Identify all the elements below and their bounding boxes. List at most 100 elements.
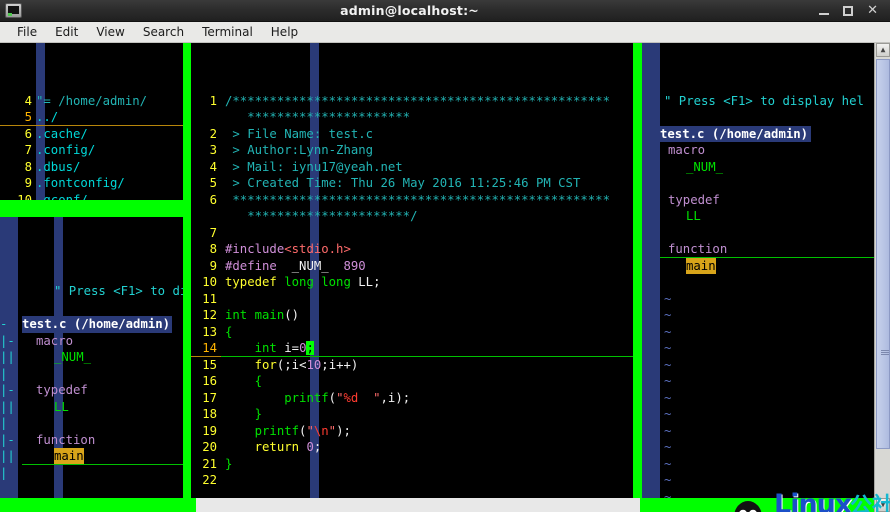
tagbar-left-fold-marker[interactable]: -: [0, 316, 7, 333]
editor-code-line[interactable]: for(;i<10;i++): [225, 357, 359, 374]
file-browser-entry[interactable]: .dbus/: [36, 159, 80, 176]
file-browser-line-number: 9: [24, 176, 32, 190]
menu-item-help[interactable]: Help: [262, 24, 307, 40]
file-browser-entry[interactable]: .config/: [36, 142, 95, 159]
tagbar-right-cursorline: [660, 241, 881, 258]
pane-separator-vertical-left-bottom: [183, 217, 191, 498]
tagbar-right-help-hint: " Press <F1> to display hel: [664, 93, 864, 108]
editor-code-line[interactable]: /***************************************…: [225, 93, 610, 110]
editor-code-line[interactable]: > File Name: test.c: [225, 126, 373, 143]
tagbar-right-tilde-filler: ~: [664, 341, 672, 355]
tagbar-right-tilde-filler: ~: [664, 423, 672, 438]
tagbar-right-tag[interactable]: LL: [686, 208, 701, 225]
minimize-button[interactable]: [819, 7, 830, 15]
maximize-button[interactable]: [843, 5, 854, 16]
code-editor-pane[interactable]: 1 /**************************************…: [191, 43, 633, 498]
tagbar-right-tag[interactable]: _NUM_: [686, 159, 723, 176]
file-browser-line-number: 6: [24, 126, 32, 141]
editor-line-number: 21: [202, 456, 217, 471]
window-controls: ✕: [819, 4, 878, 17]
tagbar-right-pane[interactable]: " Press <F1> to display hel test.c (/home…: [642, 43, 881, 498]
file-browser-line-number: 10: [17, 192, 32, 201]
editor-code-line[interactable]: > Mail: iynu17@yeah.net: [225, 159, 402, 176]
menu-item-file[interactable]: File: [8, 24, 46, 40]
menu-item-search[interactable]: Search: [134, 24, 193, 40]
editor-code-line[interactable]: return 0;: [225, 439, 322, 456]
editor-line-number: 11: [202, 291, 217, 306]
tagbar-left-fold-bar: |: [0, 366, 8, 381]
editor-code-line[interactable]: > Author:Lynn-Zhang: [225, 142, 373, 159]
editor-line-number: 2: [209, 126, 217, 141]
editor-line-number: 5: [209, 176, 217, 190]
editor-line-number: 16: [202, 374, 217, 388]
file-browser-line-number: 8: [24, 159, 32, 174]
editor-line-number: 18: [202, 407, 217, 421]
editor-line-number: 8: [209, 242, 217, 256]
menu-item-edit[interactable]: Edit: [46, 24, 87, 40]
tagbar-left-group-kind[interactable]: macro: [36, 333, 73, 350]
editor-code-line[interactable]: }: [225, 406, 262, 423]
editor-code-line[interactable]: **********************: [225, 109, 410, 126]
editor-line-number: 13: [202, 324, 217, 339]
close-button[interactable]: ✕: [867, 4, 878, 17]
editor-code-line[interactable]: printf("%d ",i);: [225, 390, 410, 407]
file-browser-entry[interactable]: .cache/: [36, 126, 88, 143]
scrollbar-up-arrow[interactable]: ▲: [876, 43, 890, 57]
menu-item-terminal[interactable]: Terminal: [193, 24, 262, 40]
window-title: admin@localhost:~: [340, 3, 479, 18]
editor-code-line[interactable]: ****************************************…: [225, 192, 610, 209]
editor-line-number: 3: [209, 143, 217, 157]
tagbar-left-tag[interactable]: _NUM_: [54, 349, 91, 366]
file-browser-path-header: "= /home/admin/: [36, 93, 148, 108]
editor-code-line[interactable]: }: [225, 456, 232, 473]
tagbar-left-file-header[interactable]: test.c (/home/admin): [22, 316, 173, 333]
tux-penguin-icon: [734, 501, 762, 512]
file-browser-pane[interactable]: 4 "= /home/admin/5 ../ 6 .cache/7 .config/8 .d…: [0, 43, 183, 200]
editor-code-line[interactable]: int main(): [225, 307, 299, 324]
editor-line-number: 19: [202, 423, 217, 438]
editor-code-line[interactable]: {: [225, 324, 232, 341]
file-browser-entry[interactable]: .gconf/: [36, 192, 88, 201]
tagbar-right-group-kind[interactable]: typedef: [668, 192, 720, 209]
file-browser-entry[interactable]: ../: [36, 109, 58, 126]
pane-separator-vertical-right: [633, 43, 642, 498]
editor-code-line[interactable]: **********************/: [225, 208, 417, 225]
tagbar-right-tag[interactable]: main: [686, 257, 716, 274]
file-browser-entry[interactable]: .fontconfig/: [36, 175, 125, 192]
editor-line-number: 9: [209, 258, 217, 273]
pane-separator-vertical-left-top: [183, 43, 191, 200]
window-scrollbar[interactable]: ▲ ▼: [874, 43, 890, 512]
tagbar-right-tilde-filler: ~: [664, 489, 672, 499]
editor-code-line[interactable]: {: [225, 373, 262, 390]
editor-line-number: 6: [209, 192, 217, 207]
tagbar-left-group-kind[interactable]: typedef: [36, 382, 88, 399]
tagbar-right-file-header[interactable]: test.c (/home/admin): [660, 125, 812, 142]
tagbar-left-group-kind[interactable]: function: [36, 432, 95, 449]
scrollbar-thumb[interactable]: [876, 59, 890, 449]
tagbar-right-tilde-filler: ~: [664, 473, 672, 487]
editor-code-line[interactable]: #include<stdio.h>: [225, 241, 351, 258]
editor-statusline: <ORMAT=unix] [TYPE=C] [POS=14,12][63%] 2…: [196, 498, 640, 512]
editor-code-line[interactable]: int i=0;: [225, 340, 314, 357]
editor-line-number: 20: [202, 440, 217, 454]
tagbar-right-tilde-filler: ~: [664, 390, 672, 405]
file-browser-line-number: 4: [24, 93, 32, 108]
tagbar-right-group-kind[interactable]: macro: [668, 142, 705, 159]
tagbar-left-group-fold[interactable]: |-: [0, 432, 15, 449]
tagbar-left-group-fold[interactable]: |-: [0, 333, 15, 350]
editor-code-line[interactable]: #define _NUM_ 890: [225, 258, 366, 275]
tagbar-left-fold-bar: |: [0, 416, 8, 430]
editor-code-line[interactable]: typedef long long LL;: [225, 274, 381, 291]
editor-line-number: 14: [202, 341, 217, 355]
menu-item-view[interactable]: View: [87, 24, 133, 40]
tagbar-left-pane[interactable]: " Press <F1> to disp -test.c (/home/admin…: [0, 217, 183, 498]
tagbar-left-group-fold[interactable]: |-: [0, 382, 15, 399]
tagbar-left-tag[interactable]: LL: [54, 399, 69, 416]
file-browser-line-number: 5: [24, 110, 32, 124]
editor-code-line[interactable]: > Created Time: Thu 26 May 2016 11:25:46…: [225, 175, 580, 192]
editor-code-line[interactable]: printf("\n");: [225, 423, 351, 440]
tagbar-right-tilde-filler: ~: [664, 291, 672, 306]
watermark-overlay: Linux 公社 www.Linuxidc.com: [714, 491, 890, 512]
tagbar-left-cursorline: [22, 448, 183, 465]
menu-bar: File Edit View Search Terminal Help: [0, 22, 890, 43]
